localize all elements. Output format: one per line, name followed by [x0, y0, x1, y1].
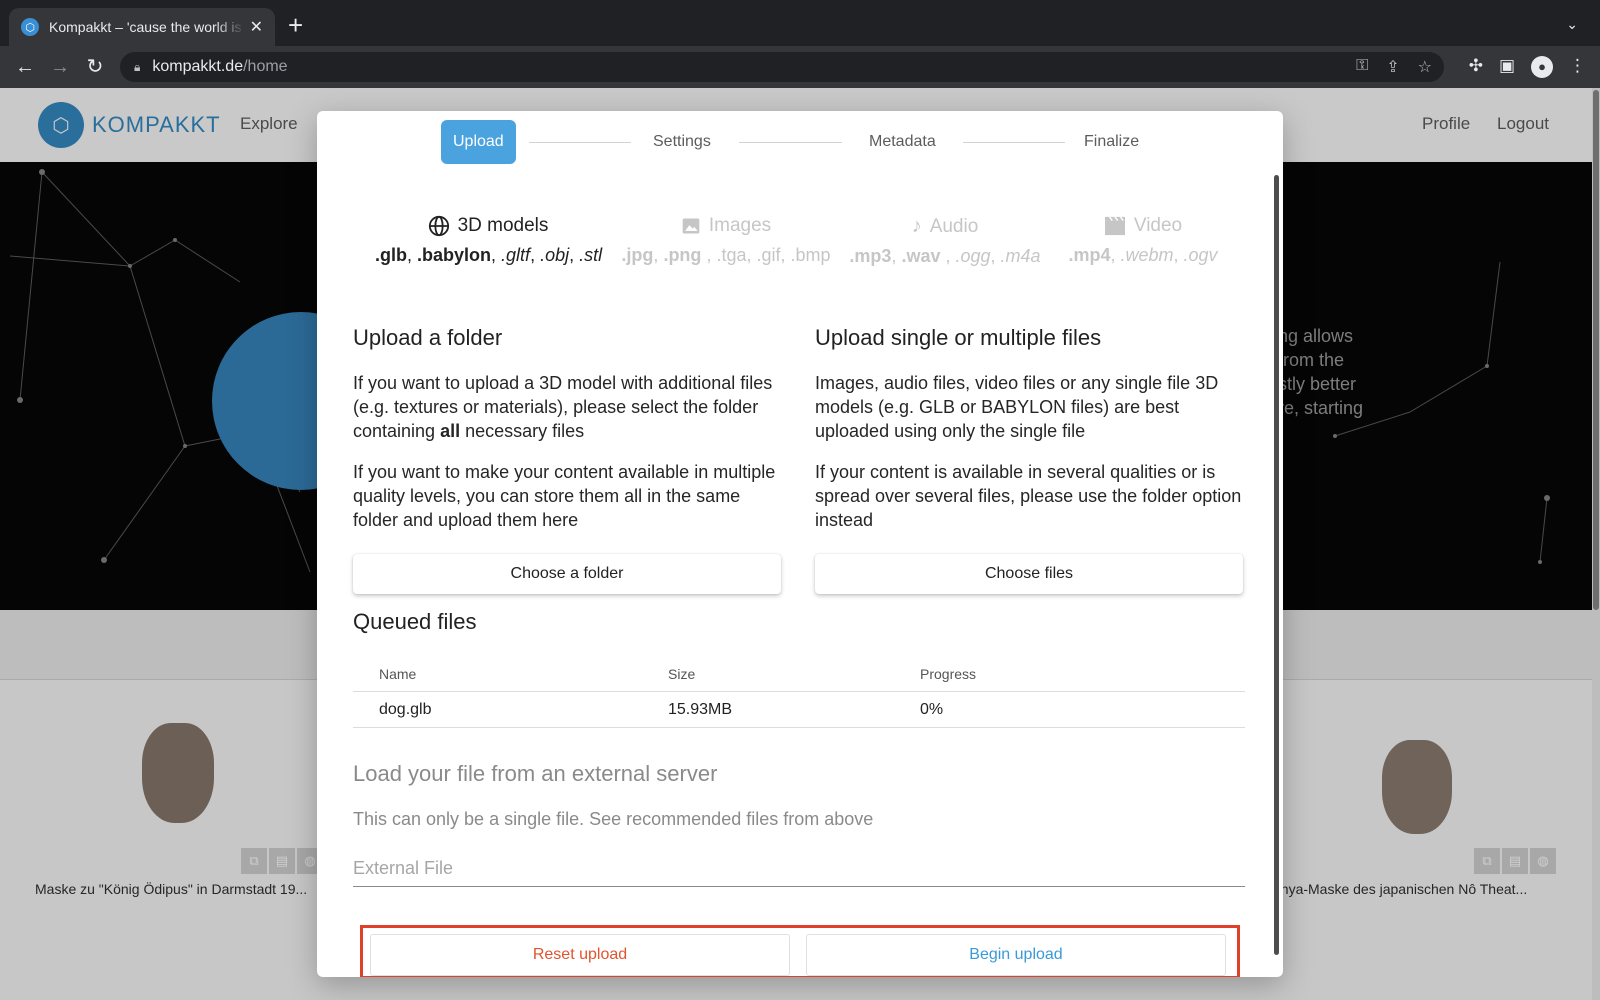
nav-explore[interactable]: Explore [240, 114, 298, 134]
step-metadata[interactable]: Metadata [857, 120, 948, 164]
browser-tab[interactable]: ⬡ Kompakkt – 'cause the world is 3D ✕ [9, 8, 275, 46]
globe-icon [428, 215, 449, 237]
upload-folder-section: Upload a folder If you want to upload a … [353, 325, 781, 549]
type-3d-models[interactable]: 3D models .glb, .babylon, .gltf, .obj, .… [375, 215, 603, 266]
open-viewer-icon[interactable]: ⧉ [1474, 848, 1500, 874]
type-images[interactable]: Images .jpg, .png , .tga, .gif, .bmp [621, 215, 831, 266]
type-audio[interactable]: ♪ Audio .mp3, .wav , .ogg, .m4a [847, 215, 1043, 267]
url-text: kompakkt.de/home [152, 58, 288, 75]
step-divider [529, 142, 631, 143]
upload-files-title: Upload single or multiple files [815, 325, 1102, 350]
cube-logo-icon: ⬡ [38, 102, 84, 148]
browser-toolbar: ← → ↻ 🔒︎ kompakkt.de/home ⚿ ⇪ ☆ ✣ ▣ ● ⋮ [0, 46, 1600, 88]
type-3d-extensions: .glb, .babylon, .gltf, .obj, .stl [375, 245, 603, 265]
step-settings[interactable]: Settings [641, 120, 723, 164]
choose-folder-button[interactable]: Choose a folder [353, 554, 781, 594]
queued-files-table: Name Size Progress dog.glb 15.93MB 0% [353, 656, 1245, 728]
upload-files-description: Images, audio files, video files or any … [815, 373, 1219, 441]
step-divider [963, 142, 1065, 143]
file-name: dog.glb [379, 701, 432, 718]
upload-files-folder-note: If your content is available in several … [815, 462, 1242, 530]
upload-folder-title: Upload a folder [353, 325, 503, 350]
share-icon[interactable]: ⇪ [1386, 57, 1399, 77]
bookmark-star-icon[interactable]: ☆ [1418, 57, 1432, 77]
table-header: Name Size Progress [353, 656, 1245, 692]
kompakkt-favicon-icon: ⬡ [21, 18, 39, 36]
begin-upload-button[interactable]: Begin upload [806, 934, 1226, 976]
film-icon [1104, 216, 1125, 236]
dialog-scrollbar[interactable] [1274, 175, 1279, 955]
type-video-extensions: .mp4, .webm, .ogv [1068, 245, 1218, 265]
reset-upload-button[interactable]: Reset upload [370, 934, 790, 976]
address-bar[interactable]: 🔒︎ kompakkt.de/home ⚿ ⇪ ☆ [120, 52, 1444, 82]
hero-text: ng allows from the stly better re, start… [1278, 326, 1364, 418]
side-panel-icon[interactable]: ▣ [1499, 56, 1515, 78]
new-tab-button[interactable]: + [288, 12, 303, 38]
column-progress: Progress [920, 666, 977, 682]
column-name: Name [379, 666, 417, 682]
type-video[interactable]: Video .mp4, .webm, .ogv [1059, 215, 1227, 266]
choose-files-button[interactable]: Choose files [815, 554, 1243, 594]
external-server-description: This can only be a single file. See reco… [353, 809, 874, 829]
upload-folder-quality-note: If you want to make your content availab… [353, 462, 776, 530]
profile-avatar-icon[interactable]: ● [1531, 56, 1553, 78]
type-images-extensions: .jpg, .png , .tga, .gif, .bmp [621, 245, 831, 265]
upload-stepper: Upload Settings Metadata Finalize [441, 120, 1161, 164]
forward-arrow-icon[interactable]: → [47, 54, 73, 80]
file-progress: 0% [920, 701, 944, 718]
step-divider [739, 142, 842, 143]
nav-profile[interactable]: Profile [1422, 114, 1470, 134]
password-key-icon[interactable]: ⚿ [1356, 57, 1368, 77]
browser-tabbar: ⬡ Kompakkt – 'cause the world is 3D ✕ + … [0, 0, 1600, 46]
card-title-right[interactable]: nnya-Maske des japanischen Nô Theat... [1273, 881, 1527, 897]
step-finalize[interactable]: Finalize [1072, 120, 1151, 164]
card-actions-right: ⧉ ▤ ◍ [1474, 848, 1556, 874]
nav-logout[interactable]: Logout [1497, 114, 1549, 134]
image-icon [682, 218, 700, 234]
card-title-left[interactable]: Maske zu "König Ödipus" in Darmstadt 19.… [35, 881, 307, 897]
browser-menu-icon[interactable]: ⋮ [1569, 56, 1586, 78]
upload-folder-description: If you want to upload a 3D model with ad… [353, 373, 773, 441]
document-icon[interactable]: ▤ [1502, 848, 1528, 874]
page-scrollbar[interactable] [1592, 88, 1600, 1000]
upload-files-section: Upload single or multiple files Images, … [815, 325, 1243, 549]
external-file-input[interactable] [353, 851, 1245, 887]
file-size: 15.93MB [668, 701, 733, 718]
column-size: Size [668, 666, 696, 682]
tab-title: Kompakkt – 'cause the world is 3D [49, 19, 245, 35]
card-actions-left: ⧉ ▤ ◍ [241, 848, 323, 874]
close-tab-icon[interactable]: ✕ [250, 17, 263, 37]
step-upload[interactable]: Upload [441, 120, 516, 164]
lock-icon: 🔒︎ [134, 59, 141, 74]
extensions-puzzle-icon[interactable]: ✣ [1469, 56, 1483, 78]
mask-thumbnail-right[interactable] [1382, 740, 1452, 834]
document-icon[interactable]: ▤ [269, 848, 295, 874]
reload-icon[interactable]: ↻ [82, 54, 108, 80]
kompakkt-logo[interactable]: ⬡ KOMPAKKT [38, 102, 221, 148]
external-server-title: Load your file from an external server [353, 761, 718, 786]
table-row: dog.glb 15.93MB 0% [353, 692, 1245, 728]
upload-dialog: Upload Settings Metadata Finalize 3D mod… [317, 111, 1283, 977]
open-viewer-icon[interactable]: ⧉ [241, 848, 267, 874]
globe-icon[interactable]: ◍ [1530, 848, 1556, 874]
tab-search-chevron-icon[interactable]: ⌄ [1566, 16, 1578, 33]
back-arrow-icon[interactable]: ← [12, 54, 38, 80]
type-audio-extensions: .mp3, .wav , .ogg, .m4a [849, 246, 1041, 266]
music-note-icon: ♪ [911, 215, 922, 237]
queued-files-title: Queued files [353, 609, 477, 634]
mask-thumbnail-left[interactable] [142, 723, 214, 823]
